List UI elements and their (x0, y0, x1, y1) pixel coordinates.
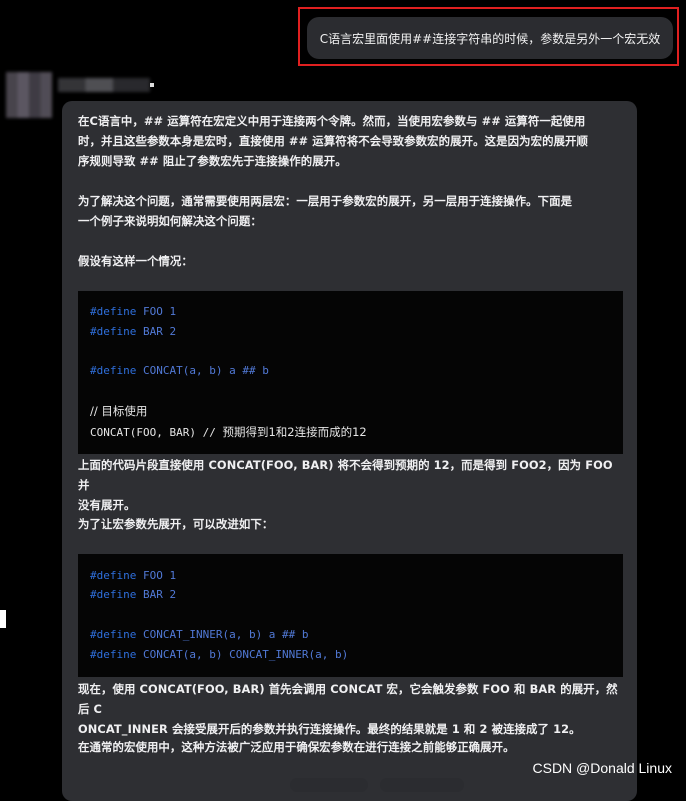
watermark: CSDN @Donald Linux (532, 760, 673, 776)
text-line: 现在，使用 CONCAT(FOO, BAR) 首先会调用 CONCAT 宏，它会… (78, 682, 618, 716)
code-line: #define BAR 2 (90, 588, 177, 601)
action-button[interactable] (380, 778, 464, 792)
code-line: CONCAT(FOO, BAR) // 预期得到1和2连接而成的12 (90, 425, 367, 439)
code-line: #define CONCAT_INNER(a, b) a ## b (90, 628, 309, 641)
answer-paragraph-2: 为了解决这个问题，通常需要使用两层宏：一层用于参数宏的展开，另一层用于连接操作。… (78, 191, 628, 231)
code-comment-line: // 目标使用 (90, 404, 148, 418)
user-message-bubble: C语言宏里面使用##连接字符串的时候，参数是另外一个宏无效 (307, 17, 673, 59)
answer-paragraph-3: 假设有这样一个情况： (78, 254, 193, 268)
answer-paragraph-1: 在C语言中，## 运算符在宏定义中用于连接两个令牌。然而，当使用宏参数与 ## … (78, 111, 628, 171)
code-line: #define CONCAT(a, b) CONCAT_INNER(a, b) (90, 648, 349, 661)
code-block-2: #define FOO 1 #define BAR 2 #define CONC… (78, 554, 623, 677)
code-line: #define FOO 1 (90, 569, 177, 582)
code-line: #define BAR 2 (90, 325, 177, 338)
code-line: #define FOO 1 (90, 305, 177, 318)
avatar (6, 72, 52, 118)
user-message-text: C语言宏里面使用##连接字符串的时候，参数是另外一个宏无效 (319, 31, 661, 46)
answer-paragraph-6: 现在，使用 CONCAT(FOO, BAR) 首先会调用 CONCAT 宏，它会… (78, 679, 628, 739)
code-line: #define CONCAT(a, b) a ## b (90, 364, 269, 377)
text-line: 在C语言中，## 运算符在宏定义中用于连接两个令牌。然而，当使用宏参数与 ## … (78, 114, 586, 128)
name-dot (150, 83, 154, 87)
text-line: 时，并且这些参数本身是宏时，直接使用 ## 运算符将不会导致参数宏的展开。这是因… (78, 134, 589, 148)
text-line: 一个例子来说明如何解决这个问题： (78, 214, 262, 228)
text-line: 序规则导致 ## 阻止了参数宏先于连接操作的展开。 (78, 154, 347, 168)
answer-paragraph-4: 上面的代码片段直接使用 CONCAT(FOO, BAR) 将不会得到预期的 12… (78, 455, 628, 515)
text-line: ONCAT_INNER 会接受展开后的参数并执行连接操作。最终的结果就是 1 和… (78, 722, 581, 736)
text-line: 没有展开。 (78, 498, 136, 512)
left-edge-marker (0, 610, 6, 628)
text-line: 上面的代码片段直接使用 CONCAT(FOO, BAR) 将不会得到预期的 12… (78, 458, 613, 492)
answer-paragraph-7: 在通常的宏使用中，这种方法被广泛应用于确保宏参数在进行连接之前能够正确展开。 (78, 740, 515, 754)
code-block-1: #define FOO 1 #define BAR 2 #define CONC… (78, 291, 623, 454)
answer-paragraph-5: 为了让宏参数先展开，可以改进如下： (78, 517, 274, 531)
assistant-name-blurred (58, 78, 150, 92)
text-line: 为了解决这个问题，通常需要使用两层宏：一层用于参数宏的展开，另一层用于连接操作。… (78, 194, 573, 208)
action-button[interactable] (290, 778, 368, 792)
